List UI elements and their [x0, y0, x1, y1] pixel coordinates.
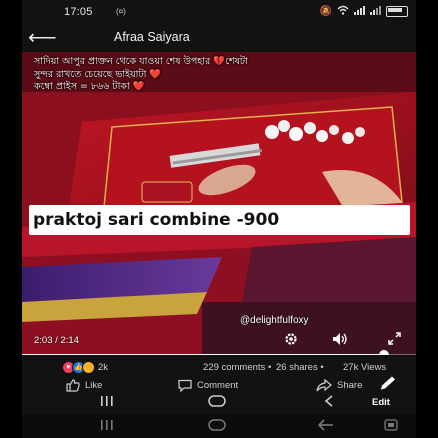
comment-button[interactable]: Comment	[178, 379, 238, 392]
share-button[interactable]: Share	[316, 379, 362, 392]
wifi-icon	[337, 5, 349, 18]
recent-apps-icon[interactable]	[100, 395, 114, 410]
caption-line: কম্বো প্রাইস = ৮৬৬ টাকা ❤️	[34, 81, 145, 92]
video-watermark: @delightfulfoxy	[240, 315, 309, 326]
status-bar: 17:05 (¤) 🔕	[22, 0, 416, 24]
recent-apps-icon[interactable]	[100, 419, 114, 434]
reaction-count: 2k	[98, 362, 109, 373]
system-nav-bar: Edit	[22, 394, 416, 414]
share-label: Share	[337, 380, 363, 391]
comments-count[interactable]: 229 comments •	[203, 362, 271, 373]
status-time: 17:05	[64, 6, 93, 18]
page-title: Afraa Saiyara	[114, 30, 190, 44]
signal-icon	[354, 5, 365, 18]
video-time-display: 2:03 / 2:14	[34, 335, 79, 346]
fullscreen-icon[interactable]	[388, 332, 401, 348]
reactions-summary[interactable]: ♥ 👍 2k	[62, 361, 108, 374]
shares-count[interactable]: 26 shares •	[276, 362, 324, 373]
comment-label: Comment	[197, 380, 239, 391]
outer-system-nav-bar	[22, 414, 416, 438]
screenshot-edit-icon[interactable]	[384, 419, 398, 434]
mute-icon: 🔕	[319, 6, 332, 17]
back-arrow-icon[interactable]: ⟵	[28, 25, 57, 50]
home-icon[interactable]	[208, 395, 226, 410]
comments-count-text: 229 comments	[203, 362, 266, 373]
vpn-indicator: (¤)	[116, 7, 126, 16]
video-frame-image	[22, 52, 416, 355]
stats-separator: •	[267, 362, 272, 373]
back-nav-icon[interactable]	[324, 395, 334, 410]
comment-bubble-icon	[178, 379, 192, 392]
engagement-stats: ♥ 👍 2k 229 comments • 26 shares • 27k Vi…	[22, 358, 416, 376]
thumbs-up-icon	[66, 379, 80, 392]
like-button[interactable]: Like	[66, 379, 102, 392]
share-arrow-icon	[316, 379, 332, 392]
post-actions: Like Comment Share	[22, 376, 416, 396]
edit-pencil-icon[interactable]	[378, 376, 398, 395]
like-label: Like	[85, 380, 103, 391]
video-text-banner: praktoj sari combine -900	[29, 205, 410, 235]
battery-icon	[386, 6, 408, 17]
video-player[interactable]: সাদিয়া আপুর প্রাক্তন থেকে যাওয়া শেষ উপ…	[22, 52, 416, 355]
volume-icon[interactable]	[332, 332, 348, 349]
back-nav-icon[interactable]	[317, 419, 334, 434]
views-count: 27k Views	[343, 362, 387, 373]
home-icon[interactable]	[208, 419, 226, 434]
top-bar: ⟵ Afraa Saiyara	[22, 24, 416, 52]
caption-line: সাদিয়া আপুর প্রাক্তন থেকে যাওয়া শেষ উপ…	[34, 56, 248, 67]
phone-screen: 17:05 (¤) 🔕 ⟵ Afraa Saiyara সাদিয়া আপুর…	[22, 0, 416, 438]
video-progress-handle[interactable]	[378, 350, 389, 355]
signal-icon	[370, 5, 381, 18]
video-progress-fill	[22, 354, 384, 355]
video-caption: সাদিয়া আপুর প্রাক্তন থেকে যাওয়া শেষ উপ…	[34, 56, 404, 94]
settings-gear-icon[interactable]	[284, 332, 298, 349]
status-icons: 🔕	[320, 5, 408, 18]
stats-separator: •	[320, 362, 324, 373]
sad-reaction-icon	[82, 361, 95, 374]
shares-count-text: 26 shares	[276, 362, 318, 373]
video-progress-bar[interactable]	[22, 350, 416, 355]
caption-line: সুন্দর রাখতে চেয়েছে ভাইয়াটা ❤️	[34, 68, 162, 80]
edit-label[interactable]: Edit	[372, 397, 390, 408]
